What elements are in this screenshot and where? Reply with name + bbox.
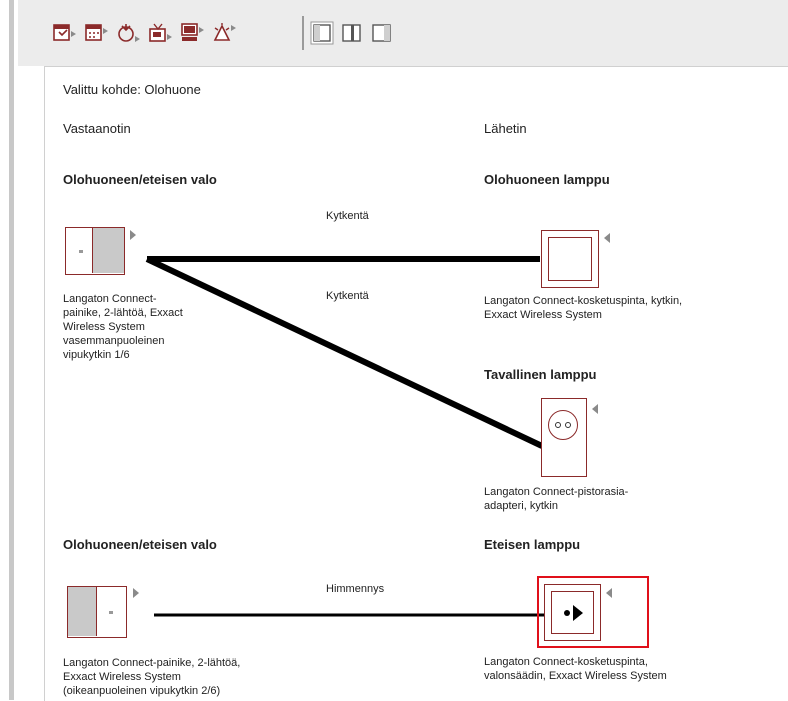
receiver-desc-2: Langaton Connect-painike, 2-lähtöä, Exxa… (63, 657, 241, 697)
transmitter-arrow-2 (592, 404, 598, 414)
transmitter-device-2[interactable] (541, 398, 587, 477)
transmitter-device-3[interactable] (544, 584, 601, 641)
transmitter-title-2: Tavallinen lamppu (484, 367, 597, 382)
transmitter-desc-1: Langaton Connect-kosketuspinta, kytkin, … (484, 295, 683, 321)
socket-icon (548, 410, 578, 440)
touch-surface (548, 237, 592, 281)
transmitter-desc-3: Langaton Connect-kosketuspinta, valonsää… (484, 656, 667, 682)
receiver-title-1: Olohuoneen/eteisen valo (63, 172, 217, 187)
left-rocker (92, 228, 124, 273)
receiver-device-2[interactable] (67, 586, 127, 638)
transmitter-title-3: Eteisen lamppu (484, 537, 581, 552)
dimmer-surface (551, 591, 594, 634)
link-label-1: Kytkentä (326, 210, 369, 222)
right-rocker (68, 587, 97, 636)
link-label-2: Kytkentä (326, 290, 369, 302)
receiver-arrow-2 (133, 588, 139, 598)
receiver-device-1[interactable] (65, 227, 125, 275)
receiver-desc-1: Langaton Connect- painike, 2-lähtöä, Exx… (63, 293, 183, 361)
transmitter-title-1: Olohuoneen lamppu (484, 172, 610, 187)
receiver-title-2: Olohuoneen/eteisen valo (63, 537, 217, 552)
transmitter-arrow-3 (606, 588, 612, 598)
led-indicator (109, 611, 113, 614)
transmitter-device-1[interactable] (541, 230, 599, 288)
receiver-arrow-1 (130, 230, 136, 240)
transmitter-desc-2: Langaton Connect-pistorasia- adapteri, k… (484, 486, 629, 512)
link-label-3: Himmennys (326, 583, 385, 595)
transmitter-arrow-1 (604, 233, 610, 243)
led-indicator (79, 250, 83, 253)
